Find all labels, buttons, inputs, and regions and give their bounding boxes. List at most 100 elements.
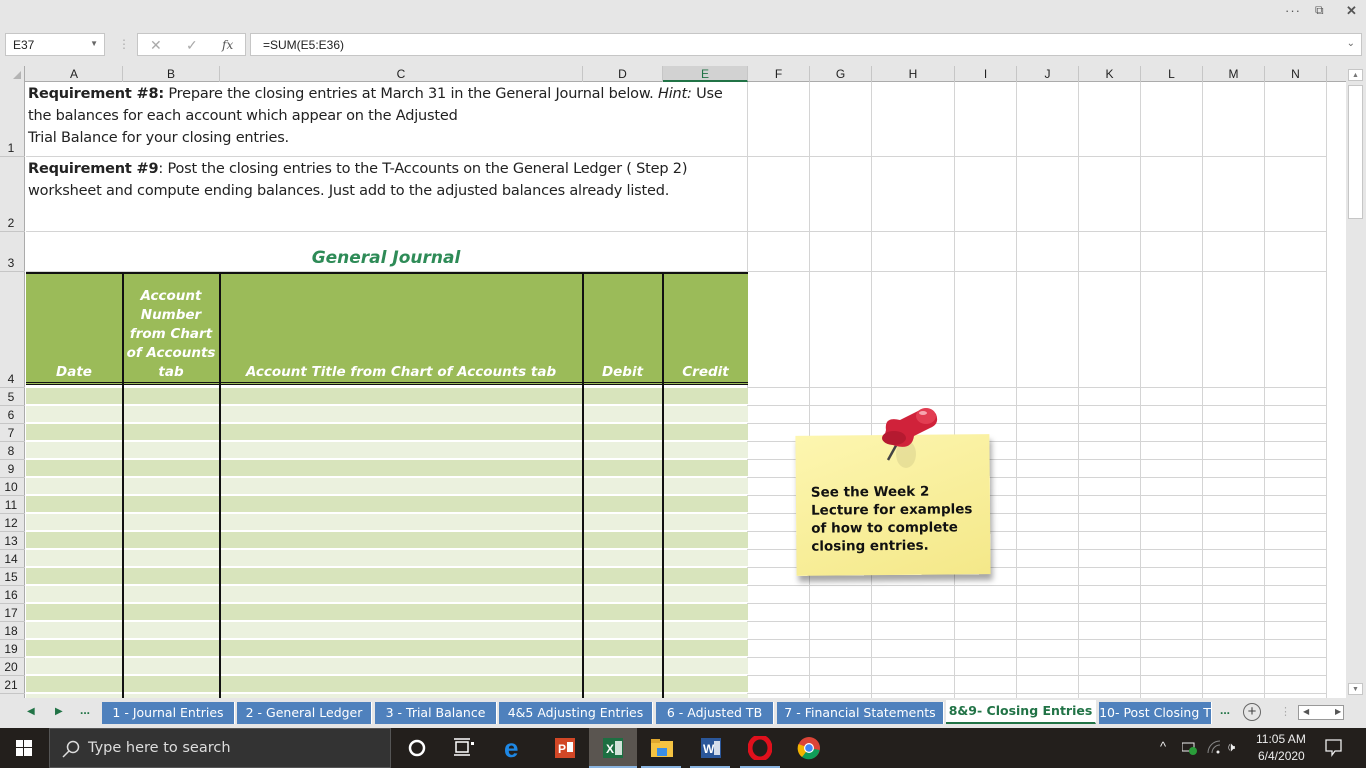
taskbar-search-box[interactable]: Type here to search xyxy=(49,728,391,768)
row-header-1[interactable]: 1 xyxy=(0,82,25,157)
row-header-5[interactable]: 5 xyxy=(0,388,25,406)
close-window-button[interactable]: ✕ xyxy=(1346,3,1357,19)
column-header-c[interactable]: C xyxy=(220,66,583,82)
row-header-19[interactable]: 19 xyxy=(0,640,25,658)
word-icon[interactable]: W xyxy=(699,736,723,760)
chrome-icon[interactable] xyxy=(797,736,821,760)
journal-row[interactable] xyxy=(26,424,748,441)
column-header-k[interactable]: K xyxy=(1079,66,1141,82)
journal-row[interactable] xyxy=(26,640,748,657)
journal-row[interactable] xyxy=(26,550,748,567)
sheet-tab-6[interactable]: 7 - Financial Statements xyxy=(777,702,944,724)
row-header-12[interactable]: 12 xyxy=(0,514,25,532)
row-header-3[interactable]: 3 xyxy=(0,232,25,272)
row-header-2[interactable]: 2 xyxy=(0,157,25,232)
tab-more-left-button[interactable]: ... xyxy=(80,703,90,717)
column-header-l[interactable]: L xyxy=(1141,66,1203,82)
requirement-9-text[interactable]: Requirement #9: Post the closing entries… xyxy=(28,158,687,202)
row-header-13[interactable]: 13 xyxy=(0,532,25,550)
wifi-icon[interactable] xyxy=(1207,740,1221,754)
row-header-8[interactable]: 8 xyxy=(0,442,25,460)
column-header-g[interactable]: G xyxy=(810,66,872,82)
scroll-thumb[interactable] xyxy=(1348,85,1363,219)
column-header-b[interactable]: B xyxy=(123,66,220,82)
restore-window-button[interactable]: ⧉ xyxy=(1315,3,1324,18)
scroll-up-button[interactable]: ▲ xyxy=(1348,69,1363,81)
journal-row[interactable] xyxy=(26,460,748,477)
journal-row[interactable] xyxy=(26,442,748,459)
cortana-icon[interactable] xyxy=(405,736,429,760)
row-header-15[interactable]: 15 xyxy=(0,568,25,586)
journal-row[interactable] xyxy=(26,532,748,549)
header-debit[interactable]: Debit xyxy=(583,363,662,382)
header-account-number[interactable]: Account Number from Chart of Accounts ta… xyxy=(123,287,219,382)
select-all-button[interactable] xyxy=(0,66,25,82)
clock-time[interactable]: 11:05 AM xyxy=(1256,732,1306,746)
insert-function-icon[interactable]: fx xyxy=(222,38,233,52)
scroll-left-icon[interactable]: ◀ xyxy=(1303,707,1309,716)
journal-row[interactable] xyxy=(26,658,748,675)
clock-date[interactable]: 6/4/2020 xyxy=(1258,749,1305,763)
tab-more-right-button[interactable]: ... xyxy=(1220,703,1230,717)
row-header-21[interactable]: 21 xyxy=(0,676,25,694)
row-header-7[interactable]: 7 xyxy=(0,424,25,442)
file-explorer-icon[interactable] xyxy=(650,736,674,760)
row-header-20[interactable]: 20 xyxy=(0,658,25,676)
column-header-n[interactable]: N xyxy=(1265,66,1327,82)
worksheet-grid[interactable]: ABCDEFGHIJKLMN 1 2 3 4 5 6 7 8 9 10 11 12 13 14 15 16 17… xyxy=(0,66,1346,698)
formula-input[interactable]: =SUM(E5:E36) ⌄ xyxy=(250,33,1362,56)
header-date[interactable]: Date xyxy=(26,363,122,382)
tab-prev-icon[interactable]: ◀ xyxy=(27,706,35,717)
more-options-button[interactable]: ··· xyxy=(1285,3,1301,18)
journal-row[interactable] xyxy=(26,604,748,621)
battery-icon[interactable] xyxy=(1182,741,1198,755)
journal-row[interactable] xyxy=(26,622,748,639)
journal-row[interactable] xyxy=(26,496,748,513)
sheet-tab-5[interactable]: 6 - Adjusted TB xyxy=(656,702,774,724)
sheet-tab-1[interactable]: 1 - Journal Entries xyxy=(102,702,235,724)
powerpoint-icon[interactable]: P xyxy=(552,736,576,760)
name-box[interactable]: E37 ▼ xyxy=(5,33,105,56)
sheet-tab-4[interactable]: 4&5 Adjusting Entries xyxy=(499,702,653,724)
row-header-10[interactable]: 10 xyxy=(0,478,25,496)
requirement-8-text[interactable]: Requirement #8: Prepare the closing entr… xyxy=(28,83,723,149)
column-header-j[interactable]: J xyxy=(1017,66,1079,82)
header-credit[interactable]: Credit xyxy=(663,363,748,382)
enter-icon[interactable]: ✓ xyxy=(186,37,198,54)
horizontal-scrollbar[interactable]: ◀ ▶ xyxy=(1298,705,1344,720)
row-header-4[interactable]: 4 xyxy=(0,272,25,388)
row-header-17[interactable]: 17 xyxy=(0,604,25,622)
row-header-14[interactable]: 14 xyxy=(0,550,25,568)
opera-icon[interactable] xyxy=(748,736,772,760)
journal-row[interactable] xyxy=(26,586,748,603)
task-view-icon[interactable] xyxy=(452,736,476,760)
sheet-tab-7[interactable]: 8&9- Closing Entries xyxy=(946,700,1096,724)
row-header-18[interactable]: 18 xyxy=(0,622,25,640)
volume-icon[interactable]: 🕩 xyxy=(1227,739,1235,755)
tab-splitter-icon[interactable]: ⋮ xyxy=(1280,705,1291,718)
journal-row[interactable] xyxy=(26,568,748,585)
chevron-down-icon[interactable]: ▼ xyxy=(90,39,98,48)
sheet-tab-2[interactable]: 2 - General Ledger xyxy=(237,702,372,724)
column-header-m[interactable]: M xyxy=(1203,66,1265,82)
column-header-d[interactable]: D xyxy=(583,66,663,82)
tab-next-icon[interactable]: ▶ xyxy=(55,706,63,717)
header-account-title[interactable]: Account Title from Chart of Accounts tab xyxy=(220,363,582,382)
edge-icon[interactable]: e xyxy=(503,736,527,760)
row-header-11[interactable]: 11 xyxy=(0,496,25,514)
row-header-9[interactable]: 9 xyxy=(0,460,25,478)
row-header-16[interactable]: 16 xyxy=(0,586,25,604)
excel-icon[interactable]: X xyxy=(601,736,625,760)
scroll-down-button[interactable]: ▼ xyxy=(1348,683,1363,695)
windows-start-icon[interactable] xyxy=(16,740,32,756)
add-sheet-button[interactable]: + xyxy=(1243,703,1261,721)
notifications-icon[interactable] xyxy=(1325,739,1343,757)
show-hidden-icons-button[interactable]: ^ xyxy=(1160,739,1166,754)
expand-formula-icon[interactable]: ⌄ xyxy=(1347,38,1355,49)
sheet-tab-3[interactable]: 3 - Trial Balance xyxy=(375,702,497,724)
column-header-f[interactable]: F xyxy=(748,66,810,82)
journal-row[interactable] xyxy=(26,478,748,495)
column-header-e[interactable]: E xyxy=(663,66,748,82)
vertical-scrollbar[interactable]: ▲ ▼ xyxy=(1346,66,1366,698)
sheet-tab-8[interactable]: 10- Post Closing T xyxy=(1099,702,1212,724)
